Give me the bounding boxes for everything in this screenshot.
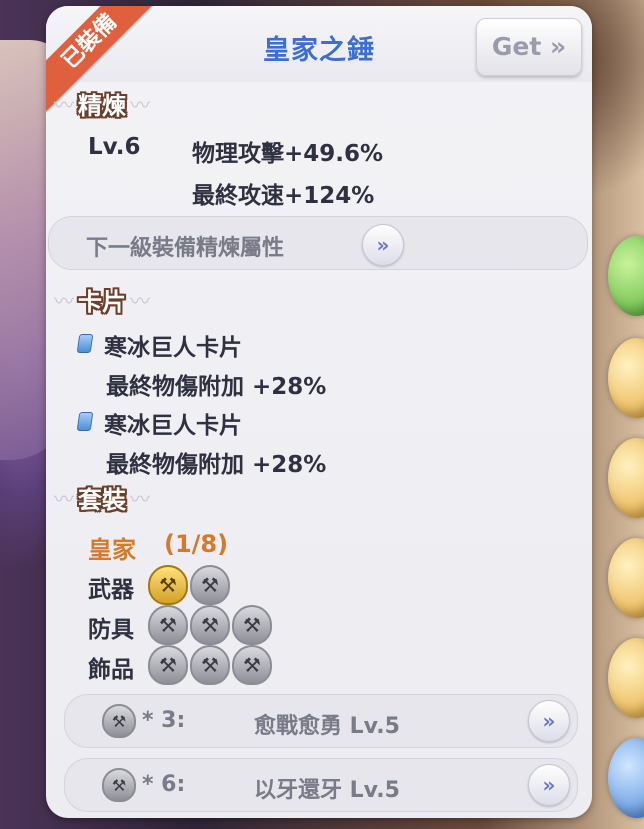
- refine-stat-2: 最終攻速+124%: [192, 183, 375, 209]
- item-detail-panel: 皇家之錘 Get » 已裝備 〰 精煉 〰 Lv.6 物理攻擊+49.6% 最終…: [46, 6, 592, 818]
- refine-stat-1: 物理攻擊+49.6%: [192, 141, 384, 167]
- wing-left-icon: 〰: [54, 288, 74, 313]
- set-heading: 〰 套裝 〰: [54, 480, 150, 514]
- card-1-name: 寒冰巨人卡片: [104, 335, 242, 361]
- card-1-effect: 最終物傷附加 +28%: [106, 374, 327, 400]
- wing-right-icon: 〰: [130, 486, 150, 511]
- armor-slot-3-hammer-shield-icon: ⚒: [232, 605, 272, 645]
- wing-right-icon: 〰: [130, 288, 150, 313]
- cards-heading-text: 卡片: [78, 287, 126, 316]
- set-row-accessory-label: 飾品: [88, 657, 134, 683]
- weapon-slot-1-hammer-shield-icon: ⚒: [148, 565, 188, 605]
- set-bonus-2-name: 以牙還牙 Lv.5: [254, 778, 400, 803]
- card-2-effect: 最終物傷附加 +28%: [106, 452, 327, 478]
- get-button[interactable]: Get »: [476, 18, 582, 76]
- next-refine-arrow-icon[interactable]: »: [362, 224, 404, 266]
- card-2-name: 寒冰巨人卡片: [104, 413, 242, 439]
- cards-heading: 〰 卡片 〰: [54, 282, 150, 316]
- set-bonus-2-arrow-icon[interactable]: »: [528, 764, 570, 806]
- set-count: (1/8): [164, 530, 229, 558]
- hammer-shield-icon: ⚒: [102, 768, 136, 802]
- wing-left-icon: 〰: [54, 92, 74, 117]
- wing-right-icon: 〰: [130, 92, 150, 117]
- accessory-slot-3-hammer-shield-icon: ⚒: [232, 645, 272, 685]
- set-name: 皇家: [88, 536, 136, 564]
- accessory-slot-2-hammer-shield-icon: ⚒: [190, 645, 230, 685]
- accessory-slot-1-hammer-shield-icon: ⚒: [148, 645, 188, 685]
- set-bonus-2-tier: * 6:: [142, 772, 186, 797]
- refine-heading: 〰 精煉 〰: [54, 86, 150, 120]
- card-icon: [76, 334, 94, 353]
- refine-level: Lv.6: [88, 134, 141, 160]
- set-bonus-1-arrow-icon[interactable]: »: [528, 700, 570, 742]
- armor-slot-1-hammer-shield-icon: ⚒: [148, 605, 188, 645]
- hammer-shield-icon: ⚒: [102, 704, 136, 738]
- set-bonus-1-name: 愈戰愈勇 Lv.5: [254, 714, 400, 739]
- card-icon: [76, 412, 94, 431]
- set-row-armor-label: 防具: [88, 617, 134, 643]
- wing-left-icon: 〰: [54, 486, 74, 511]
- weapon-slot-2-hammer-shield-icon: ⚒: [190, 565, 230, 605]
- refine-heading-text: 精煉: [78, 91, 126, 120]
- set-row-weapon-label: 武器: [88, 577, 134, 603]
- armor-slot-2-hammer-shield-icon: ⚒: [190, 605, 230, 645]
- set-bonus-1-tier: * 3:: [142, 708, 186, 733]
- set-heading-text: 套裝: [78, 485, 126, 514]
- next-refine-label: 下一級裝備精煉屬性: [86, 236, 285, 261]
